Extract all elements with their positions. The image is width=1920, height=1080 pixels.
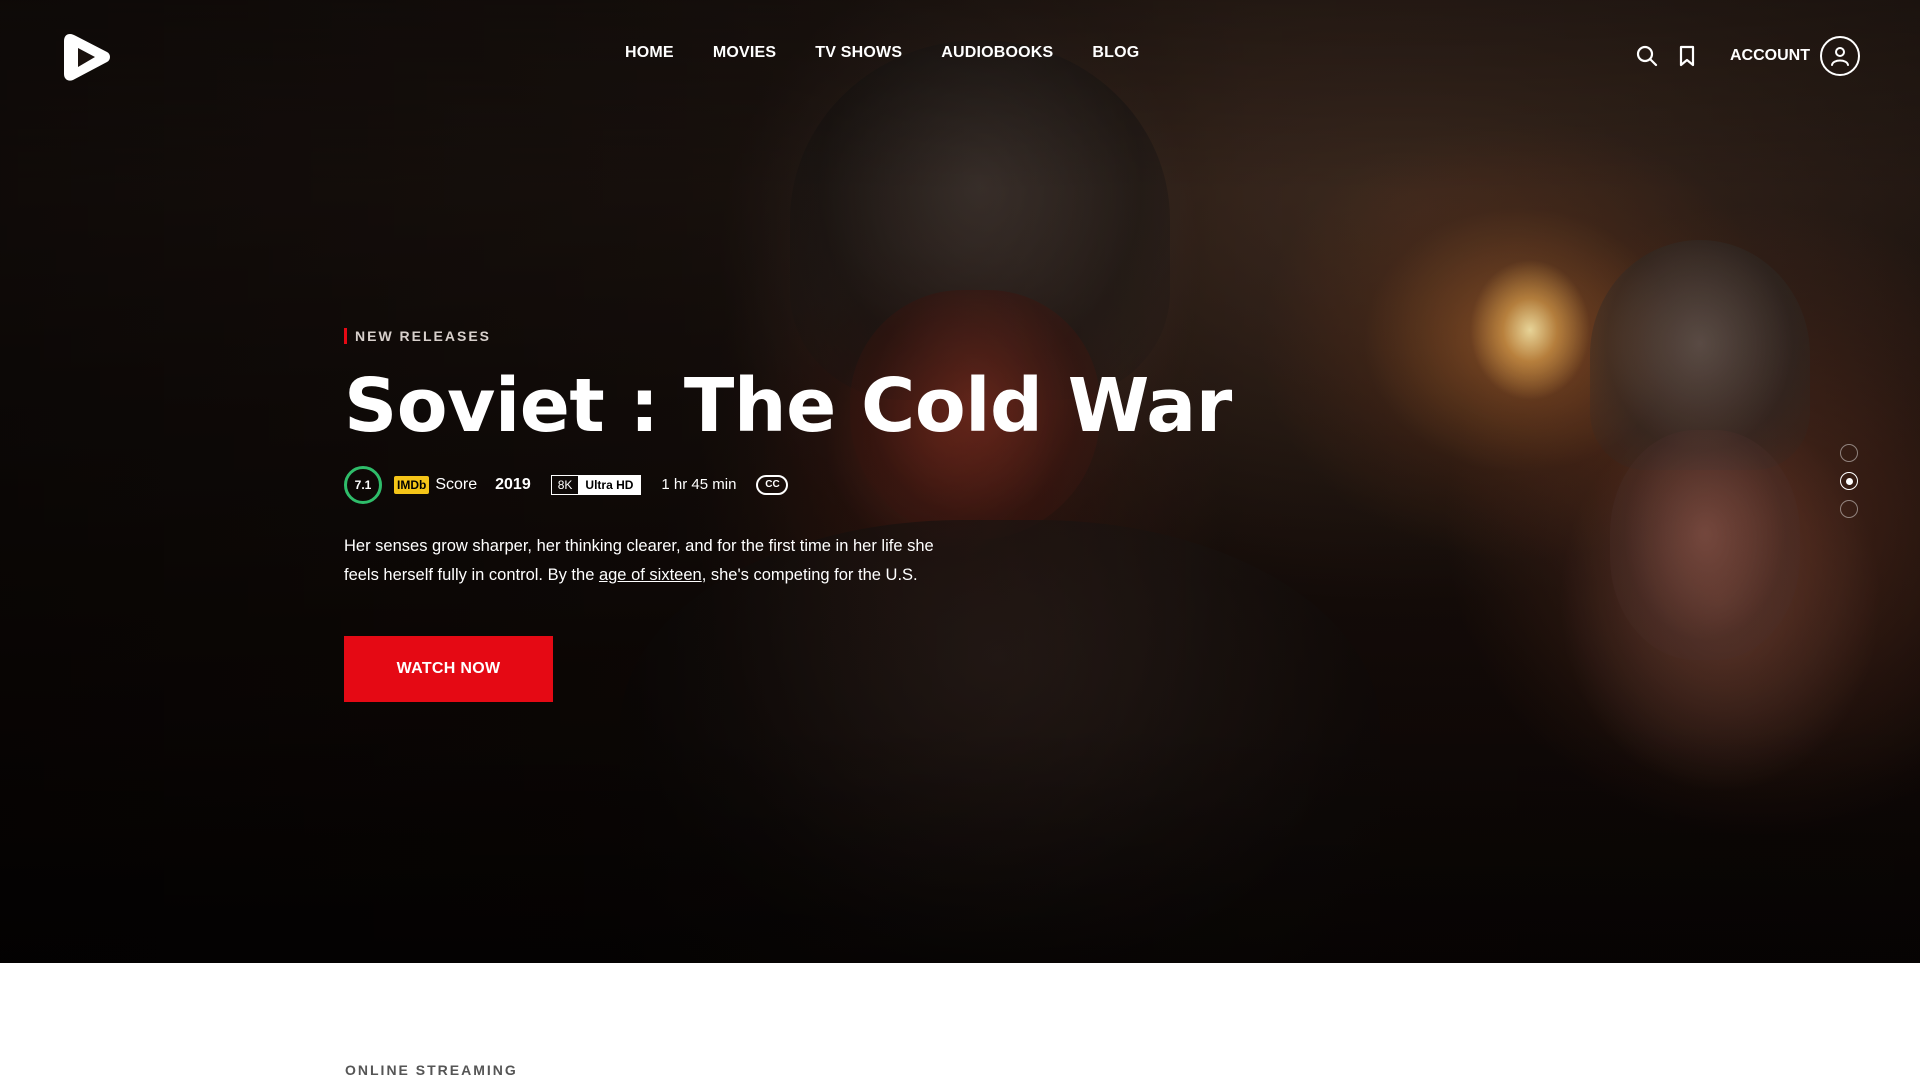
movie-description: Her senses grow sharper, her thinking cl… [344, 532, 964, 590]
imdb-logo-icon: IMDb [394, 475, 430, 494]
main-nav: HOME MOVIES TV SHOWS AUDIOBOOKS BLOG [625, 44, 1178, 62]
quality-resolution: 8K [557, 477, 573, 492]
closed-captions-icon: CC [756, 474, 789, 495]
watch-now-button[interactable]: WATCH NOW [344, 635, 553, 702]
top-header: HOME MOVIES TV SHOWS AUDIOBOOKS BLOG ACC… [0, 0, 1920, 112]
accent-bar [344, 328, 347, 344]
slide-dot-3[interactable] [1840, 500, 1858, 518]
header-actions: ACCOUNT [1620, 36, 1860, 76]
hero-banner: HOME MOVIES TV SHOWS AUDIOBOOKS BLOG ACC… [0, 0, 1920, 963]
user-icon[interactable] [1820, 36, 1860, 76]
account-label[interactable]: ACCOUNT [1730, 47, 1810, 65]
hero-content: NEW RELEASES Soviet : The Cold War 7.1 I… [344, 328, 1232, 702]
quality-label: Ultra HD [578, 475, 641, 494]
nav-home[interactable]: HOME [625, 44, 674, 62]
duration: 1 hr 45 min [661, 476, 737, 494]
section-label: ONLINE STREAMING [345, 1062, 518, 1078]
movie-meta: 7.1 IMDb Score 2019 8K Ultra HD 1 hr 45 … [344, 465, 1044, 504]
nav-tv-shows[interactable]: TV SHOWS [815, 44, 902, 62]
nav-movies[interactable]: MOVIES [713, 44, 776, 62]
slider-pagination [1840, 444, 1858, 528]
search-icon[interactable] [1634, 43, 1660, 69]
nav-audiobooks[interactable]: AUDIOBOOKS [941, 44, 1053, 62]
play-logo-icon[interactable] [60, 30, 114, 84]
eyebrow-label: NEW RELEASES [355, 328, 492, 344]
slide-dot-1[interactable] [1840, 444, 1858, 462]
slide-dot-2[interactable] [1840, 472, 1858, 490]
quality-badge: 8K Ultra HD [550, 474, 642, 495]
description-text-end: , she's competing for the U.S. [701, 565, 918, 584]
description-link[interactable]: age of sixteen [599, 566, 702, 584]
category-eyebrow: NEW RELEASES [344, 328, 1044, 344]
nav-blog[interactable]: BLOG [1092, 44, 1139, 62]
release-year: 2019 [495, 475, 531, 493]
bookmark-icon[interactable] [1674, 43, 1700, 69]
movie-title: Soviet : The Cold War [344, 363, 1232, 449]
rating-badge: 7.1 [344, 465, 382, 504]
imdb-score-label: Score [435, 475, 478, 493]
